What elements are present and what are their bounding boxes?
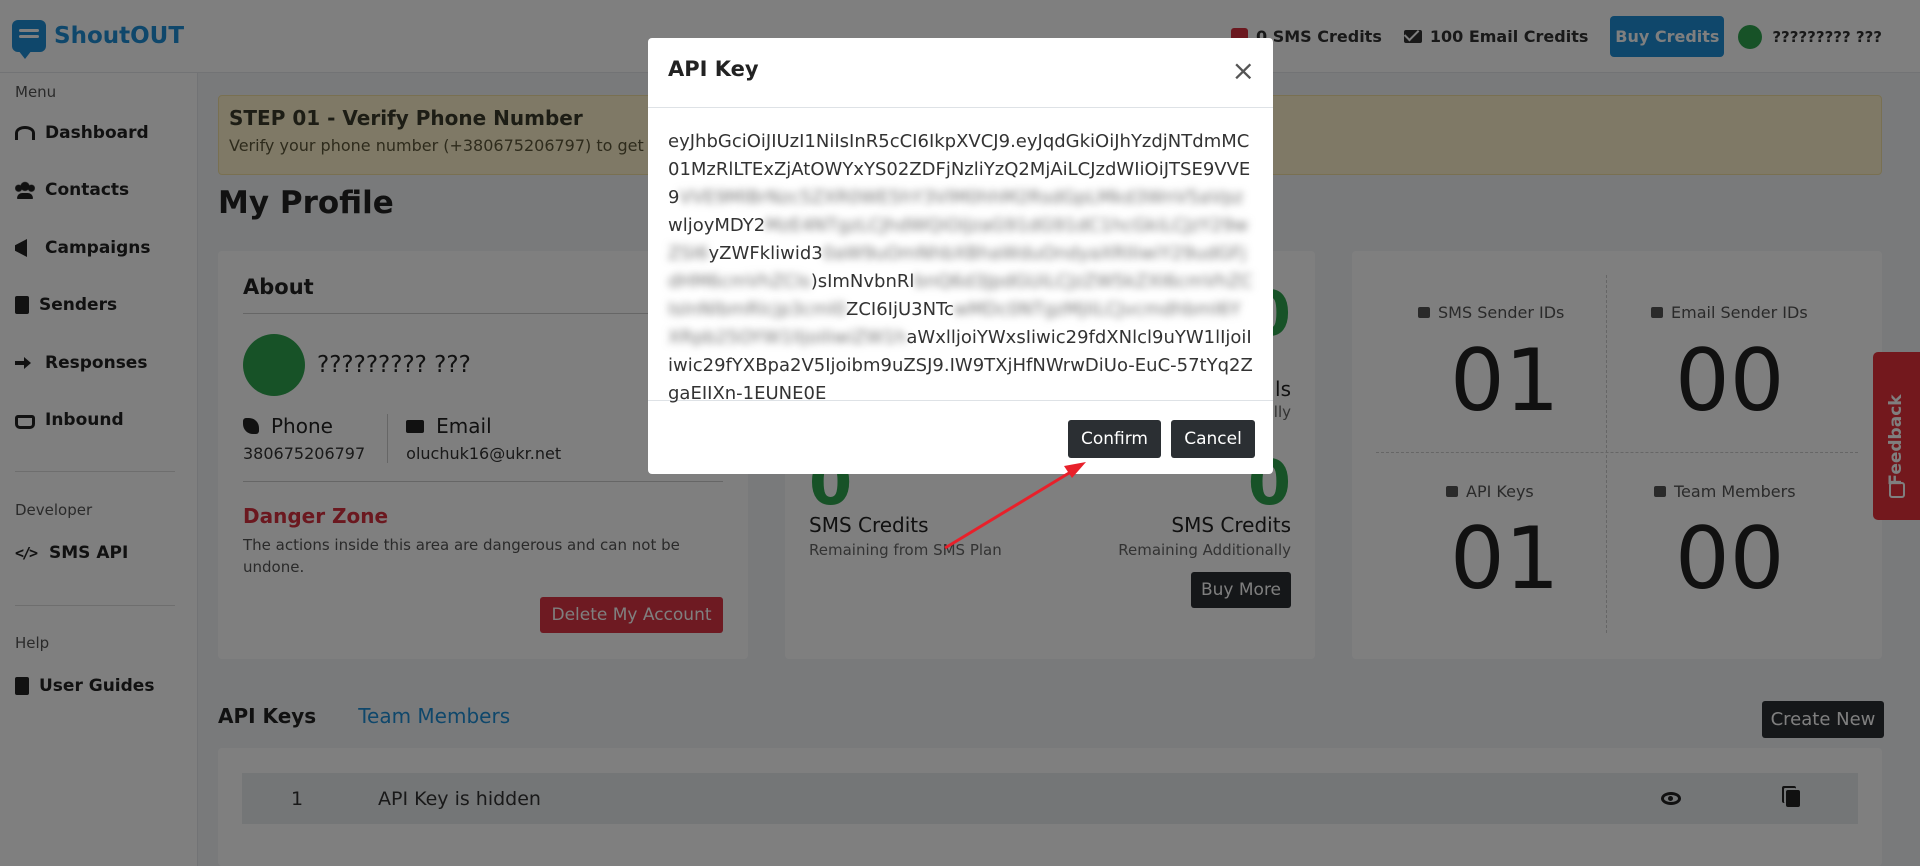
confirm-button[interactable]: Confirm (1068, 420, 1161, 458)
modal-title: API Key (668, 57, 759, 81)
cancel-button[interactable]: Cancel (1171, 420, 1255, 458)
api-key-modal: API Key × eyJhbGciOiJIUzI1NiIsInR5cCI6Ik… (648, 38, 1273, 474)
close-icon[interactable]: × (1232, 54, 1255, 87)
api-key-token: eyJhbGciOiJIUzI1NiIsInR5cCI6IkpXVCJ9.eyJ… (668, 131, 1253, 404)
redacted-text: VVE9MlBrNzc5ZXR0WE5hY3VlM0hhM2RsdGpLMkd3… (679, 187, 1244, 208)
